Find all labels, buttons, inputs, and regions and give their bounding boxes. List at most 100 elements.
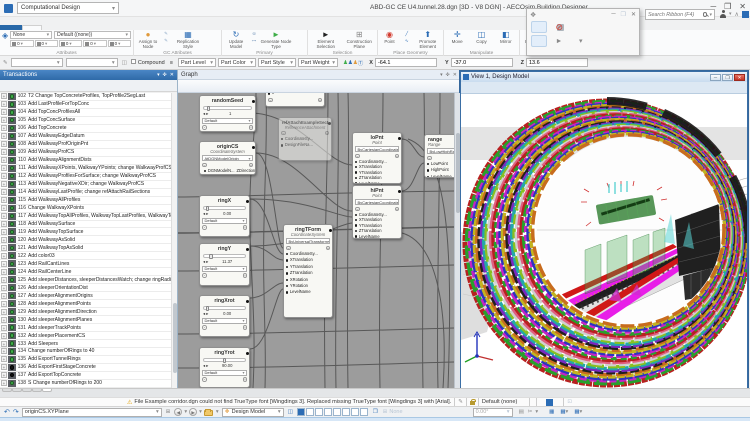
transaction-row[interactable]: + 118 Add WalkwaySurface	[0, 221, 172, 229]
expand-icon[interactable]: +	[1, 213, 7, 219]
view-minimize-button[interactable]: ─	[710, 74, 721, 81]
pen-style-icon[interactable]: ✎	[458, 399, 463, 405]
scissors-icon[interactable]: ✂	[528, 409, 533, 415]
expand-icon[interactable]: +	[1, 205, 7, 211]
attribute-mini-dropdown[interactable]: 0▾	[83, 40, 106, 47]
transaction-row[interactable]: + 119 Add WalkwayTopSurface	[0, 228, 172, 236]
expand-icon[interactable]: +	[1, 221, 7, 227]
sheets-icon[interactable]: ❒	[373, 409, 378, 415]
user-icon[interactable]	[720, 10, 726, 18]
panel-tab[interactable]	[32, 389, 42, 392]
input-port[interactable]: DGNModelN...	[202, 168, 235, 174]
expand-icon[interactable]: +	[1, 109, 7, 115]
expand-icon[interactable]: +	[1, 253, 7, 259]
lock-icon[interactable]	[470, 401, 475, 405]
view-restore-button[interactable]: ❒	[722, 74, 733, 81]
expand-icon[interactable]: +	[1, 380, 7, 386]
slider[interactable]	[203, 358, 246, 362]
collapse-icon[interactable]: ⌄	[325, 131, 330, 136]
transaction-row[interactable]: + 115 Add WalkwayAllProfiles	[0, 197, 172, 205]
update-model-button[interactable]: ↻Update Model	[224, 31, 248, 50]
expand-icon[interactable]: +	[1, 325, 7, 331]
graph-node-ringyrot[interactable]: ringYrot ◂ ▸90.00 Default▾ ⌄⌄	[199, 347, 250, 388]
transaction-row[interactable]: + 125 Add sleeperDistances, sleeperDista…	[0, 276, 172, 284]
transaction-row[interactable]: + 109 Add WalkwayProfCS	[0, 149, 172, 157]
view-group-icon[interactable]: ◫	[288, 409, 293, 415]
transaction-row[interactable]: + 112 Add WalkwayProfilesForSurface; cha…	[0, 173, 172, 181]
stepper[interactable]: ◂ ▸	[203, 363, 208, 368]
graph-node-randomseed[interactable]: randomSeed ◂ ▸1 Default▾ ⌄⌄	[199, 95, 256, 132]
transaction-row[interactable]: + 111 Add WalkwayXPoints, WalkwayYPoints…	[0, 165, 172, 173]
stepper[interactable]: ◂ ▸	[203, 259, 208, 264]
collapse-icon[interactable]: ⌄	[326, 246, 331, 251]
collapse-icon[interactable]: ⌄	[202, 163, 207, 168]
dock-icon[interactable]: ▾	[440, 72, 443, 78]
technique-dropdown[interactable]: AtDGNModelOrigin▾	[202, 155, 253, 161]
chevron-down-icon[interactable]: ▾	[580, 409, 583, 415]
grid-icon[interactable]: ▦	[549, 409, 554, 415]
collapse-icon[interactable]: ⌄	[243, 325, 248, 330]
disabled-selection-icon[interactable]: ⊘	[556, 23, 565, 32]
link-icon[interactable]: ⊶	[250, 38, 258, 44]
collapse-icon[interactable]: ⌄	[395, 207, 400, 212]
collapse-icon[interactable]: ⌄	[243, 377, 248, 382]
collapse-icon[interactable]: ⌄	[355, 154, 360, 159]
panel-tab[interactable]	[42, 389, 52, 392]
expand-icon[interactable]: +	[1, 157, 7, 163]
tool-icon[interactable]: Ⓣ	[358, 59, 364, 67]
copy-button[interactable]: ◫Copy	[470, 31, 492, 50]
view-toggle[interactable]	[342, 408, 350, 416]
view-toggle[interactable]	[315, 408, 323, 416]
redo-icon[interactable]: ↷	[13, 408, 19, 416]
expand-icon[interactable]: +	[1, 341, 7, 347]
panel-tab[interactable]	[12, 389, 22, 392]
promote-element-button[interactable]: ⬆Promote Element	[414, 31, 441, 50]
view-canvas[interactable]	[461, 94, 747, 388]
expand-icon[interactable]: +	[1, 356, 7, 362]
expand-icon[interactable]: +	[1, 141, 7, 147]
expand-dialog-icon[interactable]: ▾	[579, 37, 583, 45]
view-toggle[interactable]	[360, 408, 368, 416]
close-icon[interactable]: ✕	[170, 72, 174, 78]
collapse-icon[interactable]: ⌄	[202, 325, 207, 330]
expand-icon[interactable]: +	[1, 173, 7, 179]
transaction-row[interactable]: + 122 Add color03	[0, 252, 172, 260]
expand-icon[interactable]: +	[1, 117, 7, 123]
transaction-row[interactable]: + 136 Add ExportFirstStageConcrete	[0, 364, 172, 372]
transaction-row[interactable]: + 131 Add sleeperTrackPoints	[0, 324, 172, 332]
transaction-row[interactable]: + 128 Add sleeperAlignmentPoints	[0, 300, 172, 308]
expand-icon[interactable]: +	[1, 101, 7, 107]
dock-icon[interactable]: ▾	[157, 72, 160, 78]
output-port[interactable]	[246, 300, 249, 303]
technique-dropdown[interactable]: ByUniversalTransform▾	[286, 238, 330, 244]
transaction-row[interactable]: + 135 Add ExportTunnelRings	[0, 356, 172, 364]
attribute-mini-dropdown[interactable]: 0▾	[59, 40, 82, 47]
slider[interactable]	[203, 206, 246, 210]
preset-dropdown[interactable]: Default▾	[202, 118, 253, 124]
transaction-row[interactable]: + 105 Add TopConcSurface	[0, 117, 172, 125]
collapse-icon[interactable]: ⌄	[202, 377, 207, 382]
collapse-icon[interactable]: ⌄	[318, 98, 323, 103]
graph-node-partial[interactable]: Functionn ⌄⌄	[265, 93, 325, 107]
transactions-scrollbar[interactable]	[171, 93, 177, 388]
transaction-row[interactable]: + 108 Add WalkwayProfOriginPnt	[0, 141, 172, 149]
transaction-row[interactable]: + 137 Add ExportTopConcrete	[0, 372, 172, 380]
output-port[interactable]	[246, 352, 249, 355]
undo-icon[interactable]: ↶	[4, 408, 10, 416]
collapse-icon[interactable]: ⌄	[249, 163, 254, 168]
input-port[interactable]: DesignFileNa...	[279, 142, 331, 148]
view-toggle[interactable]	[351, 408, 359, 416]
expand-icon[interactable]: +	[1, 348, 7, 354]
expand-icon[interactable]: +	[1, 309, 7, 315]
expand-icon[interactable]: +	[1, 261, 7, 267]
transaction-row[interactable]: + 106 Add TopConcrete	[0, 125, 172, 133]
graph-node-refattachexamplesect[interactable]: refAttachExampleSect ReferenceAttachment…	[278, 117, 332, 161]
accudraw-plane-dropdown[interactable]: originCS.XYPlane▾	[22, 408, 162, 417]
z-coordinate-input[interactable]	[526, 58, 588, 67]
graph-node-ringxrot[interactable]: ringXrot ◂ ▸0.00 Default▾ ⌄⌄	[199, 295, 250, 337]
view-toggle[interactable]	[324, 408, 332, 416]
active-node-dropdown[interactable]: None▾	[10, 31, 52, 39]
pin-icon[interactable]: ✜	[446, 72, 450, 78]
close-icon[interactable]: ✕	[453, 72, 457, 78]
transaction-row[interactable]: + 110 Add WalkwayAlignmentDists	[0, 157, 172, 165]
